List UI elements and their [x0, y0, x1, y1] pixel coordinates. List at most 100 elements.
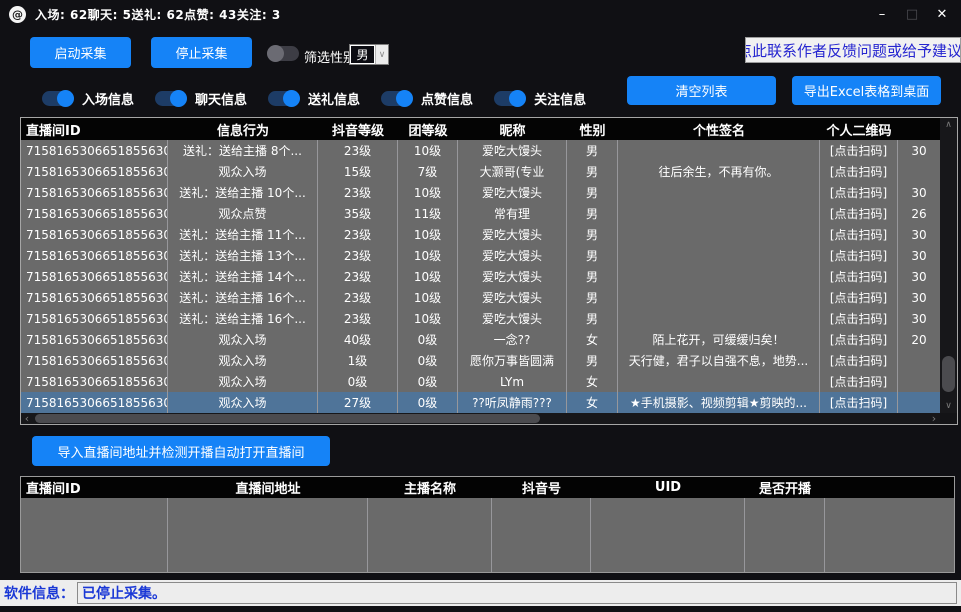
column-header[interactable]: 性别 — [567, 118, 618, 140]
column-header[interactable]: 主播名称 — [368, 477, 492, 498]
qr-scan-link[interactable]: [点击扫码] — [820, 161, 898, 182]
table-cell: 送礼：送给主播 11个... — [168, 224, 318, 245]
column-header[interactable]: 团等级 — [398, 118, 458, 140]
table-row[interactable]: 7158165306651855630送礼：送给主播 16个...23级10级爱… — [21, 308, 940, 329]
follow-info-toggle[interactable] — [494, 91, 526, 106]
scroll-down-icon[interactable]: ∨ — [940, 399, 957, 413]
table-row[interactable]: 7158165306651855630观众入场0级0级LYm女[点击扫码] — [21, 371, 940, 392]
marquee-text: 点此联系作者反馈问题或给予建议 — [745, 40, 961, 61]
table-cell: 观众入场 — [168, 161, 318, 182]
column-header[interactable]: 个性签名 — [618, 118, 820, 140]
like-info-toggle[interactable] — [381, 91, 413, 106]
column-header[interactable]: 直播间ID — [21, 477, 168, 498]
qr-scan-link[interactable]: [点击扫码] — [820, 182, 898, 203]
close-icon[interactable]: ✕ — [927, 0, 957, 28]
vertical-scrollbar[interactable]: ∧ ∨ — [940, 118, 957, 413]
table-row[interactable]: 7158165306651855630观众入场1级0级愿你万事皆圆满男天行健，君… — [21, 350, 940, 371]
table-cell: 11级 — [398, 203, 458, 224]
table-cell: 7158165306651855630 — [21, 308, 168, 329]
import-rooms-button[interactable]: 导入直播间地址并检测开播自动打开直播间 — [32, 436, 330, 466]
title-bar: @ 入场: 62聊天: 5送礼: 62点赞: 43关注: 3 – □ ✕ — [0, 0, 961, 28]
table-cell: 26 — [898, 203, 940, 224]
stop-collect-button[interactable]: 停止采集 — [151, 37, 252, 68]
table-row[interactable]: 7158165306651855630送礼：送给主播 16个...23级10级爱… — [21, 287, 940, 308]
table-row[interactable]: 7158165306651855630送礼：送给主播 14个...23级10级爱… — [21, 266, 940, 287]
qr-scan-link[interactable]: [点击扫码] — [820, 329, 898, 350]
column-header[interactable] — [825, 477, 954, 498]
table-cell: 一念?? — [458, 329, 567, 350]
minimize-icon[interactable]: – — [867, 0, 897, 28]
table-row[interactable]: 7158165306651855630送礼：送给主播 10个...23级10级爱… — [21, 182, 940, 203]
app-icon: @ — [9, 6, 26, 23]
scroll-up-icon[interactable]: ∧ — [940, 118, 957, 132]
table-cell: 往后余生，不再有你。 — [618, 161, 820, 182]
qr-scan-link[interactable]: [点击扫码] — [820, 203, 898, 224]
table-row[interactable]: 7158165306651855630观众入场40级0级一念??女陌上花开，可缓… — [21, 329, 940, 350]
table-cell: 观众点赞 — [168, 203, 318, 224]
table-cell: 愿你万事皆圆满 — [458, 350, 567, 371]
table-row[interactable]: 7158165306651855630观众入场15级7级大灏哥(专业男往后余生，… — [21, 161, 940, 182]
qr-scan-link[interactable]: [点击扫码] — [820, 287, 898, 308]
table-cell: 0级 — [398, 371, 458, 392]
maximize-icon[interactable]: □ — [897, 0, 927, 28]
table-cell: 0级 — [318, 371, 398, 392]
chat-info-toggle[interactable] — [155, 91, 187, 106]
qr-scan-link[interactable]: [点击扫码] — [820, 392, 898, 413]
table-row[interactable]: 7158165306651855630送礼：送给主播 13个...23级10级爱… — [21, 245, 940, 266]
horizontal-scrollbar-thumb[interactable] — [35, 414, 540, 423]
room-monitor-table-header: 直播间ID直播间地址主播名称抖音号UID是否开播 — [21, 477, 954, 498]
scroll-left-icon[interactable]: ‹ — [21, 413, 33, 424]
vertical-scrollbar-thumb[interactable] — [942, 356, 955, 392]
table-cell: 爱吃大馒头 — [458, 140, 567, 161]
column-header[interactable]: UID — [591, 477, 745, 498]
table-cell: 男 — [567, 350, 618, 371]
table-cell: 30 — [898, 308, 940, 329]
horizontal-scrollbar[interactable]: ‹ › — [21, 413, 940, 424]
table-cell: 10级 — [398, 140, 458, 161]
table-row[interactable]: 7158165306651855630送礼：送给主播 11个...23级10级爱… — [21, 224, 940, 245]
empty-cell — [21, 498, 168, 572]
toggle-knob — [283, 90, 300, 107]
clear-list-button[interactable]: 清空列表 — [627, 76, 776, 105]
start-collect-button[interactable]: 启动采集 — [30, 37, 131, 68]
table-cell: 男 — [567, 266, 618, 287]
qr-scan-link[interactable]: [点击扫码] — [820, 224, 898, 245]
gender-select[interactable]: 男 ∨ — [349, 44, 389, 65]
column-header[interactable]: 直播间地址 — [168, 477, 368, 498]
table-cell: 观众入场 — [168, 371, 318, 392]
table-row[interactable]: 7158165306651855630观众入场27级0级??听凤静雨???女★手… — [21, 392, 940, 413]
table-row[interactable]: 7158165306651855630送礼：送给主播 8个...23级10级爱吃… — [21, 140, 940, 161]
qr-scan-link[interactable]: [点击扫码] — [820, 308, 898, 329]
column-header[interactable]: 直播间ID — [21, 118, 168, 140]
qr-scan-link[interactable]: [点击扫码] — [820, 140, 898, 161]
toggle-knob — [267, 45, 284, 62]
gift-info-toggle[interactable] — [268, 91, 300, 106]
column-header[interactable]: 昵称 — [458, 118, 567, 140]
qr-scan-link[interactable]: [点击扫码] — [820, 266, 898, 287]
table-cell — [618, 203, 820, 224]
table-cell: 40级 — [318, 329, 398, 350]
table-cell: 爱吃大馒头 — [458, 308, 567, 329]
qr-scan-link[interactable]: [点击扫码] — [820, 371, 898, 392]
gender-filter-toggle[interactable] — [267, 46, 299, 61]
scroll-right-icon[interactable]: › — [928, 413, 940, 424]
table-cell: 送礼：送给主播 8个... — [168, 140, 318, 161]
toggle-knob — [509, 90, 526, 107]
column-header[interactable]: 信息行为 — [168, 118, 318, 140]
contact-author-marquee[interactable]: 点此联系作者反馈问题或给予建议 — [745, 37, 961, 63]
table-row[interactable]: 7158165306651855630观众点赞35级11级常有理男[点击扫码]2… — [21, 203, 940, 224]
chevron-down-icon[interactable]: ∨ — [375, 45, 388, 64]
entry-info-toggle[interactable] — [42, 91, 74, 106]
column-header[interactable]: 抖音号 — [492, 477, 591, 498]
column-header[interactable] — [898, 118, 940, 140]
column-header[interactable]: 抖音等级 — [318, 118, 398, 140]
qr-scan-link[interactable]: [点击扫码] — [820, 350, 898, 371]
column-header[interactable]: 是否开播 — [745, 477, 825, 498]
qr-scan-link[interactable]: [点击扫码] — [820, 245, 898, 266]
toggle-item-chat: 聊天信息 — [155, 89, 247, 108]
table-cell: 27级 — [318, 392, 398, 413]
table-cell: 23级 — [318, 245, 398, 266]
table-cell: 7158165306651855630 — [21, 329, 168, 350]
column-header[interactable]: 个人二维码 — [820, 118, 898, 140]
export-excel-button[interactable]: 导出Excel表格到桌面 — [792, 76, 941, 105]
